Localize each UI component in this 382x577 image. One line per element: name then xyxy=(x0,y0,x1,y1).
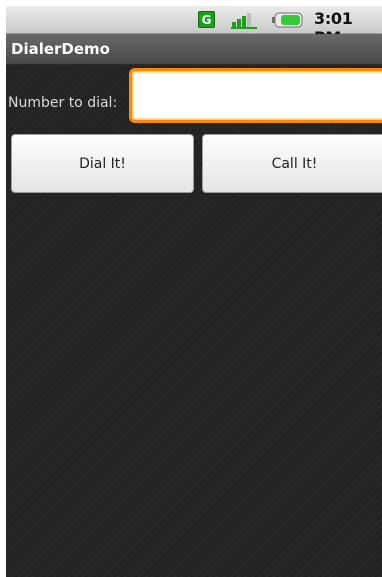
signal-strength-icon xyxy=(231,13,257,29)
number-input[interactable] xyxy=(132,71,382,120)
number-label: Number to dial: xyxy=(8,95,118,111)
dial-button[interactable]: Dial It! xyxy=(11,134,194,193)
call-button[interactable]: Call It! xyxy=(202,134,382,193)
app-title: DialerDemo xyxy=(11,40,110,58)
battery-icon xyxy=(272,12,303,28)
app-title-bar: DialerDemo xyxy=(6,34,382,65)
main-content: Number to dial: Dial It! Call It! xyxy=(6,65,382,577)
gtalk-notification-icon: G xyxy=(198,11,215,28)
number-field-frame[interactable] xyxy=(129,68,382,123)
phone-screen: G 3:01 PM DialerDemo Number to dial: Dia… xyxy=(6,6,382,577)
status-bar: G 3:01 PM xyxy=(6,6,382,47)
